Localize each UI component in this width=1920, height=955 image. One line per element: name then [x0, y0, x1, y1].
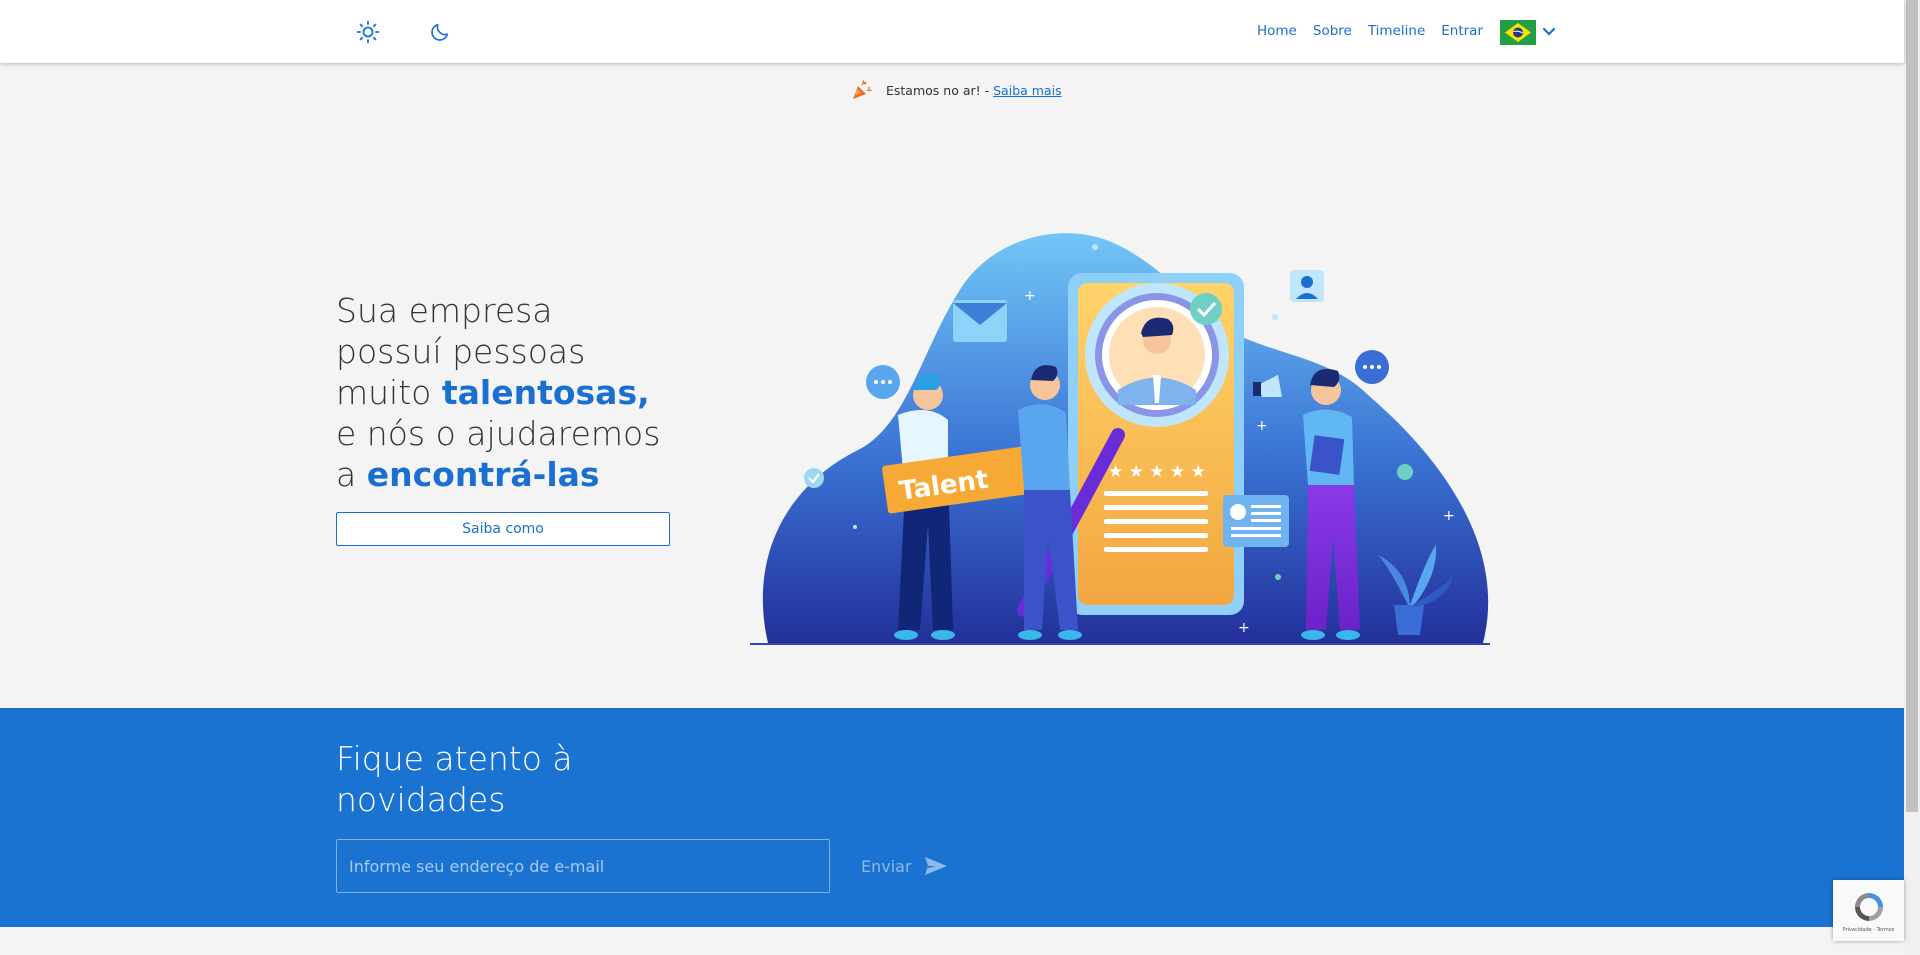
- newsletter-section: Fique atento à novidades Enviar: [0, 708, 1904, 927]
- hero-line: e nós o ajudaremos: [336, 414, 661, 453]
- enviar-label: Enviar: [861, 856, 912, 876]
- page-bottom: [0, 927, 1904, 955]
- hero-line: possuí pessoas: [336, 332, 586, 371]
- hero-line: a encontrá-las: [336, 455, 600, 494]
- svg-text:+: +: [1238, 620, 1250, 636]
- announcement-text: Estamos no ar! -: [886, 82, 990, 98]
- hero-highlight: talentosas,: [441, 373, 650, 412]
- svg-text:★ ★ ★ ★ ★: ★ ★ ★ ★ ★: [1108, 462, 1206, 482]
- light-theme-button[interactable]: [354, 18, 382, 46]
- scrollbar-thumb[interactable]: [1906, 0, 1918, 812]
- recaptcha-links[interactable]: Privacidade - Termos: [1843, 927, 1895, 933]
- hero-highlight: encontrá-las: [366, 455, 600, 494]
- language-select[interactable]: [1500, 18, 1558, 46]
- saiba-mais-link[interactable]: Saiba mais: [993, 83, 1061, 98]
- recaptcha-badge[interactable]: Privacidade - Termos: [1833, 880, 1904, 941]
- hero-line: muito talentosas,: [336, 373, 650, 412]
- talent-search-illustration: ★ ★ ★ ★ ★ Talent ++ ++: [750, 233, 1490, 645]
- recaptcha-icon: [1854, 892, 1883, 921]
- hero-line: Sua empresa: [336, 291, 553, 330]
- nav-entrar-link[interactable]: Entrar: [1441, 23, 1483, 41]
- dark-theme-button[interactable]: [426, 18, 454, 46]
- nav-timeline-link[interactable]: Timeline: [1368, 23, 1425, 41]
- svg-text:+: +: [1024, 288, 1036, 304]
- svg-text:+: +: [1443, 508, 1455, 524]
- announcement-bar: Estamos no ar! - Saiba mais: [852, 80, 1062, 100]
- send-icon: [924, 857, 947, 875]
- email-input[interactable]: [336, 839, 830, 893]
- brazil-flag-icon: [1500, 19, 1536, 45]
- main-nav: Home Sobre Timeline Entrar: [1257, 23, 1499, 41]
- newsletter-title: Fique atento à novidades: [336, 738, 573, 820]
- newsletter-title-line: novidades: [336, 780, 506, 819]
- party-popper-icon: [853, 80, 872, 99]
- newsletter-title-line: Fique atento à: [336, 739, 573, 778]
- page-scrollbar[interactable]: [1904, 0, 1920, 955]
- nav-sobre-link[interactable]: Sobre: [1313, 23, 1352, 41]
- nav-home-link[interactable]: Home: [1257, 23, 1297, 41]
- enviar-button[interactable]: Enviar: [861, 856, 948, 876]
- top-navbar: Home Sobre Timeline Entrar: [0, 0, 1904, 63]
- chevron-down-icon: [1542, 27, 1556, 36]
- hero-heading: Sua empresa possuí pessoas muito talento…: [336, 290, 716, 495]
- sun-icon: [356, 20, 380, 44]
- moon-icon: [431, 23, 449, 41]
- saiba-como-button[interactable]: Saiba como: [336, 512, 670, 546]
- svg-text:+: +: [1256, 418, 1268, 434]
